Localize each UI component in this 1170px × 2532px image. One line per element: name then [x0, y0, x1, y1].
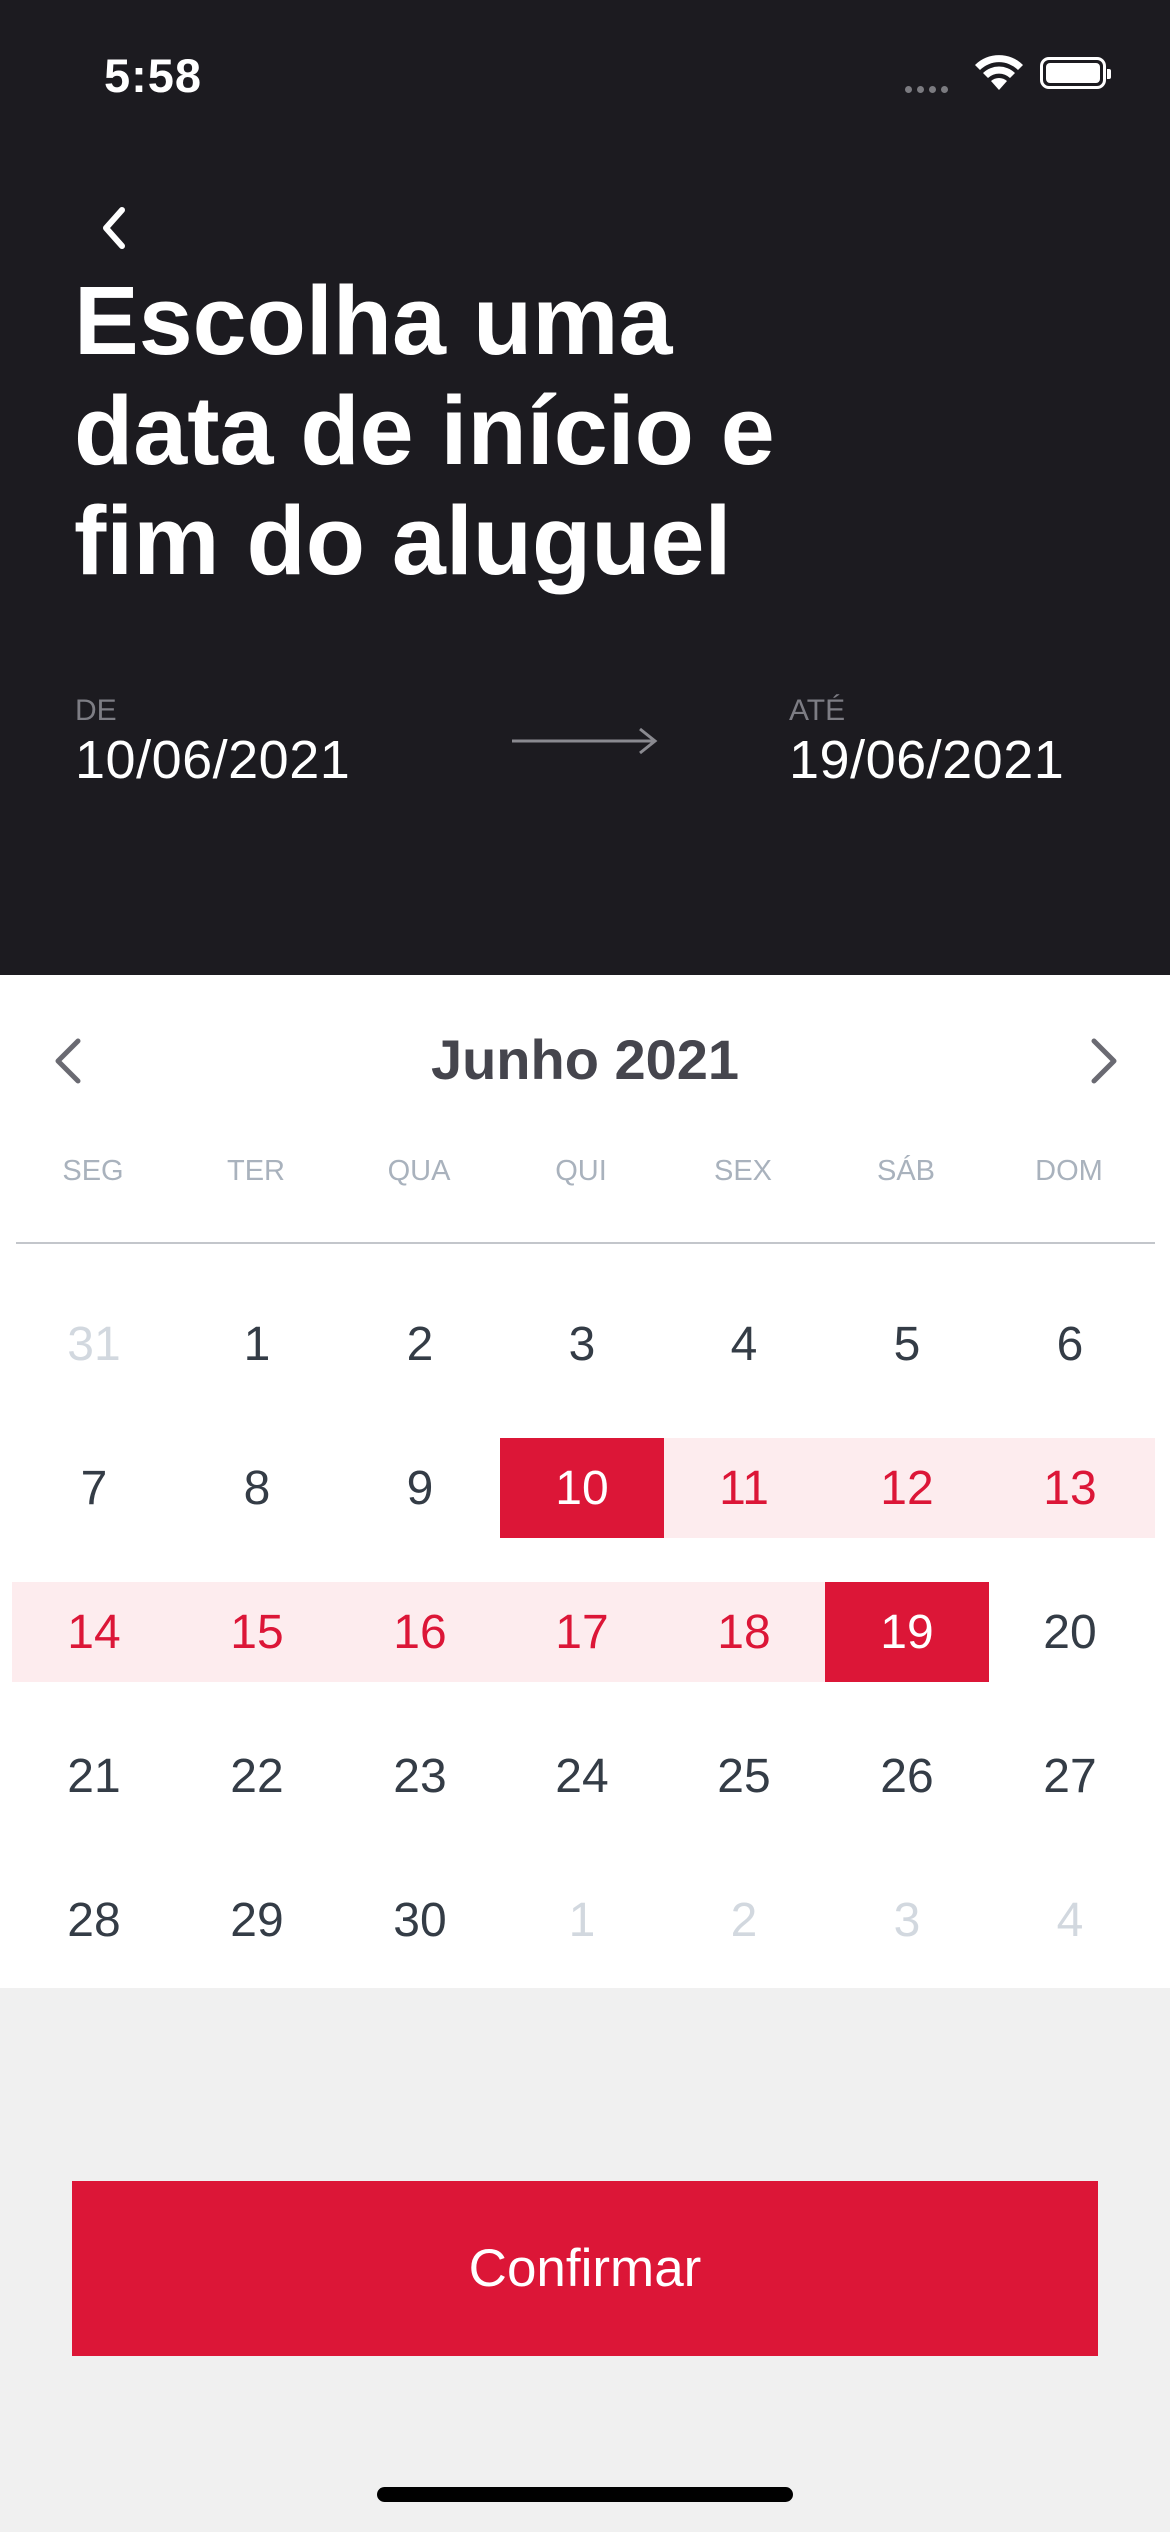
calendar-day[interactable]: 1 — [175, 1294, 339, 1394]
calendar-day[interactable]: 24 — [500, 1726, 664, 1826]
calendar-day[interactable]: 5 — [825, 1294, 989, 1394]
calendar-day-in-range[interactable]: 16 — [338, 1582, 502, 1682]
calendar-day-in-range[interactable]: 13 — [988, 1438, 1152, 1538]
calendar: Junho 2021 SEG TER QUA QUI SEX SÁB DOM 31 1 2 3 4 5… — [0, 975, 1170, 1988]
back-chevron-icon[interactable] — [92, 200, 132, 256]
calendar-day[interactable]: 2 — [338, 1294, 502, 1394]
calendar-day-start-selected[interactable]: 10 — [500, 1438, 664, 1538]
end-date-label: ATÉ — [789, 694, 846, 727]
home-indicator — [377, 2487, 793, 2502]
calendar-day[interactable]: 8 — [175, 1438, 339, 1538]
calendar-day[interactable]: 21 — [12, 1726, 176, 1826]
battery-icon — [1040, 57, 1111, 89]
calendar-day: 31 — [67, 1317, 121, 1371]
calendar-day: 3 — [893, 1893, 921, 1947]
calendar-day[interactable]: 22 — [175, 1726, 339, 1826]
calendar-divider — [16, 1242, 1155, 1244]
arrow-right-icon — [512, 727, 658, 755]
weekday-label: QUI — [555, 1155, 607, 1187]
page-title: Escolha uma data de início e fim do alug… — [74, 266, 775, 595]
start-date-value: 10/06/2021 — [75, 730, 351, 790]
calendar-day-in-range[interactable]: 14 — [12, 1582, 176, 1682]
calendar-day[interactable]: 30 — [338, 1870, 502, 1970]
calendar-day-in-range[interactable]: 17 — [500, 1582, 664, 1682]
calendar-day[interactable]: 20 — [988, 1582, 1152, 1682]
weekday-label: TER — [227, 1155, 285, 1187]
wifi-icon — [975, 55, 1023, 90]
calendar-day[interactable]: 6 — [988, 1294, 1152, 1394]
calendar-day[interactable]: 3 — [500, 1294, 664, 1394]
calendar-day: 2 — [730, 1893, 758, 1947]
next-month-chevron-icon[interactable] — [1074, 1031, 1134, 1091]
weekday-label: QUA — [387, 1155, 451, 1187]
confirm-button[interactable]: Confirmar — [72, 2181, 1098, 2356]
calendar-day[interactable]: 28 — [12, 1870, 176, 1970]
calendar-day[interactable]: 7 — [12, 1438, 176, 1538]
start-date-label: DE — [75, 694, 117, 727]
signal-icon — [905, 80, 953, 98]
calendar-day[interactable]: 26 — [825, 1726, 989, 1826]
calendar-day-in-range[interactable]: 11 — [662, 1438, 826, 1538]
month-title: Junho 2021 — [430, 1028, 740, 1091]
weekday-label: SEX — [713, 1155, 773, 1187]
calendar-day-in-range[interactable]: 12 — [825, 1438, 989, 1538]
calendar-day-in-range[interactable]: 15 — [175, 1582, 339, 1682]
calendar-day-in-range[interactable]: 18 — [662, 1582, 826, 1682]
calendar-day[interactable]: 4 — [662, 1294, 826, 1394]
status-time: 5:58 — [104, 49, 203, 102]
end-date-value: 19/06/2021 — [789, 730, 1065, 790]
header: 5:58 Escolha uma data de início e fim do… — [0, 0, 1170, 975]
weekday-label: SÁB — [876, 1155, 936, 1187]
weekday-label: DOM — [1035, 1155, 1103, 1187]
calendar-day[interactable]: 27 — [988, 1726, 1152, 1826]
calendar-day-end-selected[interactable]: 19 — [825, 1582, 989, 1682]
calendar-day[interactable]: 29 — [175, 1870, 339, 1970]
calendar-day[interactable]: 23 — [338, 1726, 502, 1826]
calendar-day: 1 — [568, 1893, 596, 1947]
calendar-day[interactable]: 9 — [338, 1438, 502, 1538]
calendar-day: 4 — [1056, 1893, 1084, 1947]
weekday-label: SEG — [62, 1155, 124, 1187]
calendar-day[interactable]: 25 — [662, 1726, 826, 1826]
